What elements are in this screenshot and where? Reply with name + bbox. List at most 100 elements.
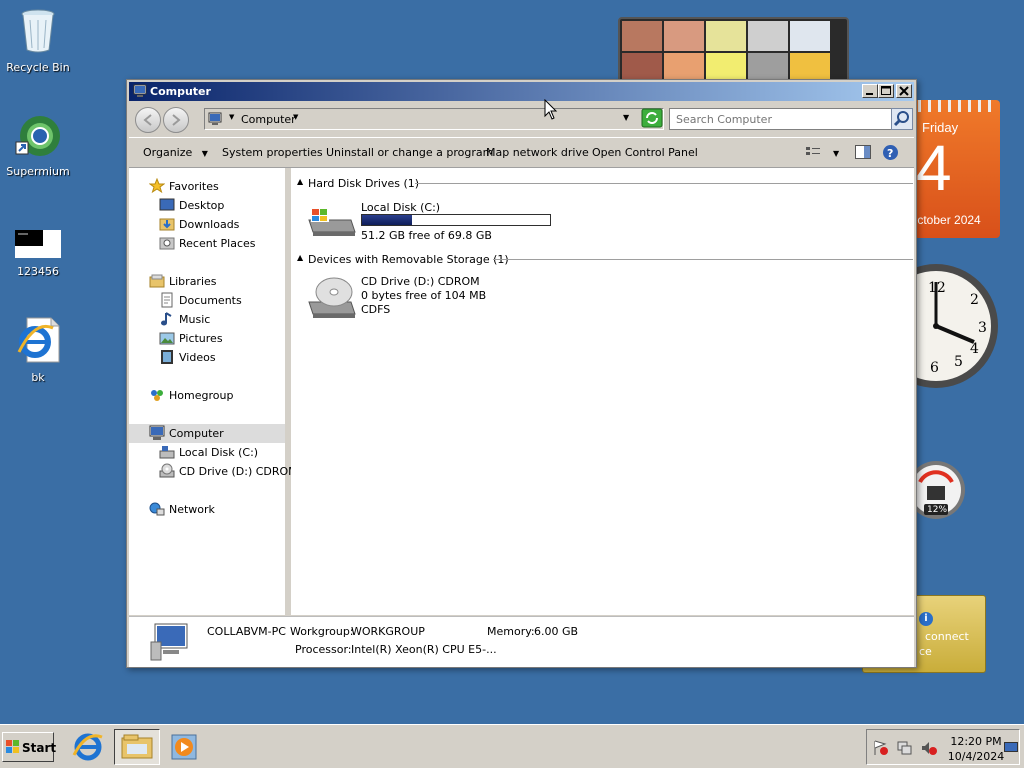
hard-drive-icon [307, 202, 357, 241]
map-network-drive-button[interactable]: Map network drive [486, 146, 589, 159]
back-button[interactable] [135, 107, 161, 133]
navigation-pane[interactable]: Favorites Desktop Downloads Recent Place… [129, 168, 298, 615]
chevron-down-icon: ▼ [201, 149, 208, 158]
tray-date: 10/4/2024 [947, 750, 1005, 763]
minimize-button[interactable] [862, 84, 878, 98]
maximize-button[interactable] [878, 84, 894, 98]
explorer-window[interactable]: Computer ▼ Computer ▼ ▼ Search Computer … [126, 79, 917, 668]
ie-shortcut-icon [0, 316, 76, 367]
recycle-bin-icon [0, 8, 76, 57]
search-input[interactable] [676, 110, 866, 128]
clock-face-icon: 12 2 3 4 5 6 [874, 264, 998, 388]
uninstall-program-button[interactable]: Uninstall or change a program [326, 146, 493, 159]
calendar-month: October 2024 [908, 213, 981, 227]
details-pane: COLLABVM-PC Workgroup: WORKGROUP Memory:… [129, 616, 914, 667]
calendar-gadget[interactable]: Friday 4 October 2024 [908, 100, 1000, 238]
slideshow-gadget[interactable] [618, 17, 849, 87]
nav-item-computer[interactable]: Computer [129, 424, 285, 443]
view-dropdown-icon[interactable]: ▼ [833, 146, 839, 159]
collapse-icon[interactable]: ▲ [297, 177, 303, 186]
drive-name: CD Drive (D:) CDROM [361, 275, 480, 288]
currency-text-2: ce [919, 645, 932, 658]
help-icon: ? [883, 145, 898, 160]
network-icon [149, 501, 165, 520]
computer-large-icon [147, 622, 195, 665]
homegroup-icon [149, 387, 165, 406]
breadcrumb[interactable]: Computer [241, 113, 296, 126]
music-icon [159, 311, 175, 330]
address-box[interactable]: ▼ Computer ▼ ▼ [204, 108, 664, 130]
title-bar[interactable]: Computer [129, 82, 914, 101]
drive-usage-fill [362, 215, 412, 225]
refresh-icon [641, 108, 663, 128]
collapse-icon[interactable]: ▲ [297, 253, 303, 262]
desktop-icon-bk[interactable]: bk [0, 316, 76, 384]
workgroup-label: Workgroup: [290, 625, 354, 638]
taskbar-explorer-button[interactable] [114, 729, 160, 765]
search-box[interactable] [669, 108, 893, 130]
desktop-icon-label: 123456 [17, 265, 59, 278]
svg-text:4: 4 [970, 341, 979, 357]
recent-places-icon [159, 235, 175, 254]
tray-clock[interactable]: 12:20 PM 10/4/2024 [947, 734, 1005, 764]
preview-pane-button[interactable] [855, 145, 871, 162]
tray-time: 12:20 PM [950, 735, 1002, 748]
processor-label: Processor: [295, 643, 352, 656]
open-control-panel-button[interactable]: Open Control Panel [592, 146, 698, 159]
content-pane[interactable]: ▲ Hard Disk Drives (1) Local Disk (C:) 5… [291, 168, 914, 615]
desktop-icon-supermium[interactable]: Supermium [0, 114, 76, 178]
search-icon [893, 111, 909, 127]
drive-filesystem: CDFS [361, 303, 391, 316]
close-icon [899, 86, 909, 96]
network-status-icon[interactable] [897, 740, 913, 759]
window-title: Computer [150, 85, 211, 98]
chevron-right-icon[interactable]: ▼ [229, 113, 234, 121]
system-properties-button[interactable]: System properties [222, 146, 323, 159]
group-hard-disk-drives[interactable]: ▲ Hard Disk Drives (1) [297, 176, 913, 190]
currency-text: connect [925, 630, 969, 643]
change-view-button[interactable] [805, 145, 821, 162]
hard-drive-icon [159, 444, 175, 463]
memory-value: 6.00 GB [534, 625, 579, 638]
drive-local-disk-c[interactable]: Local Disk (C:) 51.2 GB free of 69.8 GB [307, 198, 567, 242]
internet-explorer-icon [72, 733, 103, 761]
command-bar: Organize ▼ System properties Uninstall o… [129, 137, 914, 168]
memory-label: Memory: [487, 625, 535, 638]
image-file-icon [0, 230, 76, 261]
help-button[interactable]: ? [882, 144, 899, 164]
taskbar-media-player-button[interactable] [166, 729, 202, 765]
organize-button[interactable]: Organize ▼ [143, 146, 208, 159]
workgroup-value: WORKGROUP [351, 625, 425, 638]
group-removable-storage[interactable]: ▲ Devices with Removable Storage (1) [297, 252, 913, 266]
desktop-icon-image[interactable]: 123456 [0, 230, 76, 278]
svg-text:?: ? [887, 147, 893, 160]
start-button[interactable]: Start [2, 732, 56, 762]
address-dropdown-icon[interactable]: ▼ [623, 113, 629, 122]
cpu-meter-value: 12% [927, 505, 948, 515]
search-button[interactable] [891, 108, 913, 130]
show-desktop-icon[interactable] [1004, 742, 1018, 757]
refresh-button[interactable] [641, 108, 663, 128]
volume-muted-icon[interactable] [921, 740, 937, 759]
svg-text:5: 5 [954, 354, 963, 370]
close-button[interactable] [896, 84, 912, 98]
forward-button[interactable] [163, 107, 189, 133]
forward-arrow-icon [172, 114, 181, 126]
desktop-icon-label: bk [31, 371, 45, 384]
desktop-icon-recycle-bin[interactable]: Recycle Bin [0, 8, 76, 74]
group-divider [415, 183, 913, 184]
processor-value: Intel(R) Xeon(R) CPU E5-... [351, 643, 497, 656]
action-center-icon[interactable] [873, 740, 889, 759]
clock-gadget[interactable]: 12 2 3 4 5 6 [874, 264, 1002, 390]
computer-icon [149, 425, 165, 444]
svg-text:3: 3 [978, 320, 987, 336]
mouse-cursor-icon [544, 99, 558, 120]
desktop-icon-label: Recycle Bin [6, 61, 70, 74]
svg-text:6: 6 [930, 360, 939, 376]
drive-cd-d[interactable]: CD Drive (D:) CDROM 0 bytes free of 104 … [307, 274, 567, 324]
cd-drive-icon [159, 463, 175, 482]
svg-text:2: 2 [970, 292, 979, 308]
chevron-down-icon[interactable]: ▼ [293, 113, 298, 121]
taskbar-ie-button[interactable] [70, 729, 106, 765]
taskbar: Start 12:20 PM 10/4/2024 [0, 724, 1024, 768]
